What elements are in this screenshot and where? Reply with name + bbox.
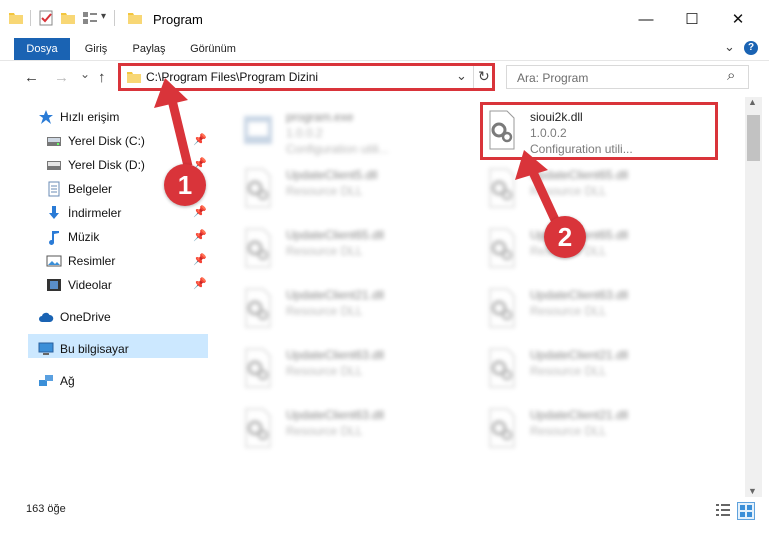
annotation-badge-2: 2 bbox=[544, 216, 586, 258]
arrow-2-shaft bbox=[527, 168, 561, 224]
tiles-view-icon[interactable] bbox=[737, 502, 755, 520]
status-bar: 163 öğe bbox=[0, 497, 769, 539]
annotation-badge-1: 1 bbox=[164, 164, 206, 206]
item-count: 163 öğe bbox=[26, 503, 66, 515]
arrow-1-head bbox=[154, 78, 188, 108]
details-view-icon[interactable] bbox=[715, 503, 731, 517]
arrow-1-shaft bbox=[167, 98, 193, 168]
annotation-arrows bbox=[154, 78, 561, 224]
